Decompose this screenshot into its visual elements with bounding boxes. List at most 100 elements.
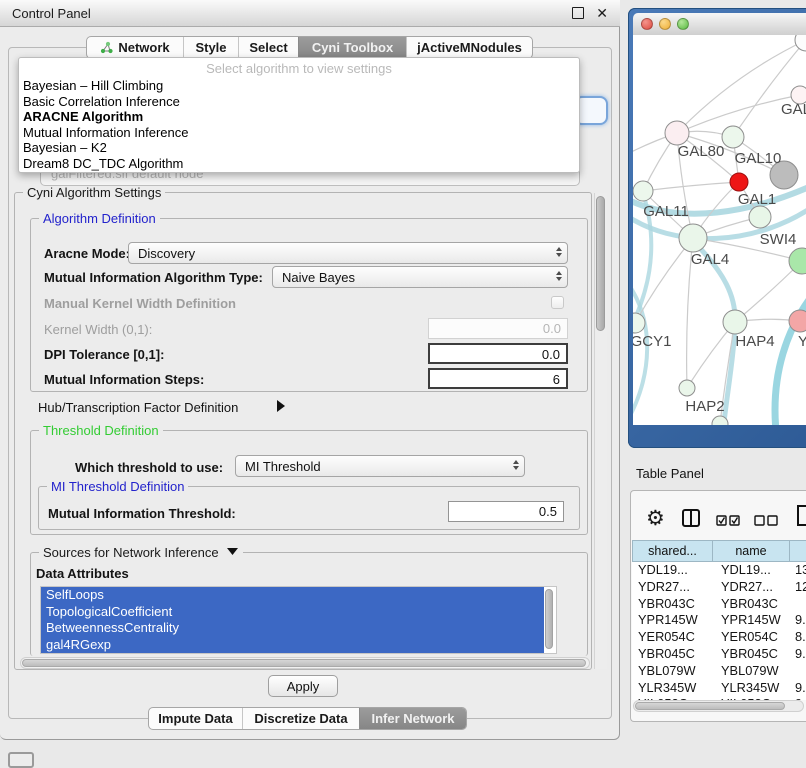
node-label-gal4: GAL4 (691, 251, 729, 268)
table-row[interactable]: YPR145WYPR145W9. (632, 612, 806, 629)
minimize-traffic-light[interactable] (659, 18, 671, 30)
table-hscrollbar-thumb[interactable] (635, 702, 785, 710)
gear-icon[interactable]: ⚙ (646, 506, 665, 531)
dropdown-item[interactable]: Basic Correlation Inference (19, 94, 579, 110)
expander-collapsed-icon[interactable] (276, 399, 286, 418)
columns-icon[interactable] (682, 509, 700, 532)
network-canvas[interactable]: GAL80 GAL10 GAL1 GAL11 SWI4 GAL4 GCY1 HA… (633, 35, 806, 425)
data-attributes-list: SelfLoops TopologicalCoefficient Between… (40, 586, 557, 654)
dropdown-item-selected[interactable]: ARACNE Algorithm (19, 109, 579, 125)
attribute-item-selected[interactable]: TopologicalCoefficient (41, 604, 544, 621)
node-label-gal-partial: GAL (781, 101, 806, 118)
tab-discretize-data[interactable]: Discretize Data (242, 708, 359, 729)
table-header-row: shared... name (632, 540, 806, 562)
column-header-partial[interactable] (790, 540, 806, 562)
table-row[interactable]: YBR045CYBR045C9. (632, 646, 806, 663)
node-gal10[interactable] (722, 126, 744, 148)
apply-button[interactable]: Apply (268, 675, 338, 697)
which-threshold-combobox[interactable]: MI Threshold (235, 455, 525, 477)
mi-algorithm-type-combobox[interactable]: Naive Bayes (272, 266, 568, 288)
threshold-definition-title: Threshold Definition (39, 423, 163, 438)
manual-kernel-width-label: Manual Kernel Width Definition (44, 296, 236, 311)
node-swi4[interactable] (749, 206, 771, 228)
node-hap4[interactable] (723, 310, 747, 334)
dropdown-item[interactable]: Bayesian – K2 (19, 140, 579, 156)
algorithm-definition-title: Algorithm Definition (39, 211, 160, 226)
deselect-all-checkboxes-icon[interactable] (754, 513, 779, 531)
node-gal4[interactable] (679, 224, 707, 252)
tab-impute-data[interactable]: Impute Data (149, 708, 242, 729)
close-traffic-light[interactable] (641, 18, 653, 30)
mi-threshold-label: Mutual Information Threshold: (48, 506, 236, 521)
mi-algorithm-type-label: Mutual Information Algorithm Type: (44, 270, 263, 285)
node-salmon-y[interactable] (789, 310, 806, 332)
attribute-item-selected[interactable]: gal4RGexp (41, 637, 544, 654)
node-hap2[interactable] (679, 380, 695, 396)
settings-scrollbar[interactable] (594, 193, 607, 669)
tab-jactivemnodules[interactable]: jActiveMNodules (406, 37, 532, 58)
mi-steps-field[interactable]: 6 (428, 368, 568, 389)
hub-factor-expander[interactable]: Hub/Transcription Factor Definition (38, 400, 238, 415)
node-label-swi4: SWI4 (760, 231, 797, 248)
tab-select[interactable]: Select (238, 37, 298, 58)
dropdown-item[interactable]: Dream8 DC_TDC Algorithm (19, 156, 579, 172)
combo-stepper-icon (551, 270, 567, 285)
column-header-shared-name[interactable]: shared... (632, 540, 713, 562)
dropdown-item[interactable]: Mutual Information Inference (19, 125, 579, 141)
dropdown-item[interactable]: Bayesian – Hill Climbing (19, 78, 579, 94)
attributes-scrollbar[interactable] (544, 588, 555, 652)
node-label-hap2: HAP2 (685, 398, 724, 415)
collapsed-panel-icon[interactable] (8, 752, 34, 768)
table-panel-title: Table Panel (636, 466, 704, 481)
network-graph (633, 35, 806, 425)
kernel-width-field[interactable]: 0.0 (428, 318, 568, 339)
expander-expanded-icon[interactable] (226, 547, 239, 556)
node-gal80[interactable] (665, 121, 689, 145)
mi-threshold-field[interactable]: 0.5 (448, 501, 564, 522)
node-top-partial[interactable] (795, 35, 806, 51)
zoom-traffic-light[interactable] (677, 18, 689, 30)
kernel-width-label: Kernel Width (0,1): (44, 322, 152, 337)
table-row[interactable]: YDR27...YDR27...12 (632, 579, 806, 596)
node-label-gal11: GAL11 (643, 203, 689, 220)
close-icon[interactable]: ✕ (596, 8, 608, 18)
network-window-titlebar[interactable] (633, 13, 806, 36)
node-gal11[interactable] (633, 181, 653, 201)
mi-steps-label: Mutual Information Steps: (44, 372, 204, 387)
float-window-icon[interactable] (572, 7, 584, 19)
attributes-scrollbar-thumb[interactable] (545, 589, 553, 649)
dpi-tolerance-field[interactable]: 0.0 (428, 343, 568, 364)
table-body: YDL19...YDL19...13 YDR27...YDR27...12 YB… (632, 562, 806, 700)
node-gal1[interactable] (730, 173, 748, 191)
table-row[interactable]: YLR345WYLR345W9. (632, 680, 806, 697)
attribute-item-selected[interactable]: SelfLoops (41, 587, 544, 604)
table-hscrollbar[interactable] (633, 700, 804, 712)
aracne-mode-combobox[interactable]: Discovery (128, 242, 568, 264)
table-row[interactable]: YBR043CYBR043C (632, 596, 806, 613)
table-row[interactable]: YDL19...YDL19...13 (632, 562, 806, 579)
tab-network[interactable]: Network (87, 37, 183, 58)
attribute-item-selected[interactable]: BetweennessCentrality (41, 620, 544, 637)
algorithm-dropdown-placeholder: Select algorithm to view settings (19, 58, 579, 78)
table-row[interactable]: YER054CYER054C8. (632, 629, 806, 646)
manual-kernel-width-checkbox[interactable] (551, 296, 564, 309)
settings-scrollbar-thumb[interactable] (596, 196, 605, 331)
settings-hscrollbar[interactable] (20, 657, 590, 669)
network-icon (100, 41, 113, 54)
node-label-gcy1: GCY1 (633, 333, 671, 350)
document-icon[interactable] (797, 505, 806, 531)
tab-cyni-toolbox[interactable]: Cyni Toolbox (298, 37, 406, 58)
column-header-name[interactable]: name (713, 540, 790, 562)
sources-group-title: Sources for Network Inference (39, 545, 243, 560)
control-panel-titlebar: Control Panel ✕ (0, 0, 620, 27)
select-all-checkboxes-icon[interactable] (716, 513, 741, 531)
tab-network-label: Network (118, 40, 169, 55)
node-label-gal10: GAL10 (735, 150, 782, 167)
tab-infer-network[interactable]: Infer Network (359, 708, 466, 729)
tab-style[interactable]: Style (183, 37, 238, 58)
settings-hscrollbar-thumb[interactable] (22, 659, 586, 667)
node-green-right[interactable] (789, 248, 806, 274)
control-panel-title: Control Panel (12, 6, 572, 21)
node-label-gal1: GAL1 (738, 191, 776, 208)
table-row[interactable]: YBL079WYBL079W (632, 663, 806, 680)
